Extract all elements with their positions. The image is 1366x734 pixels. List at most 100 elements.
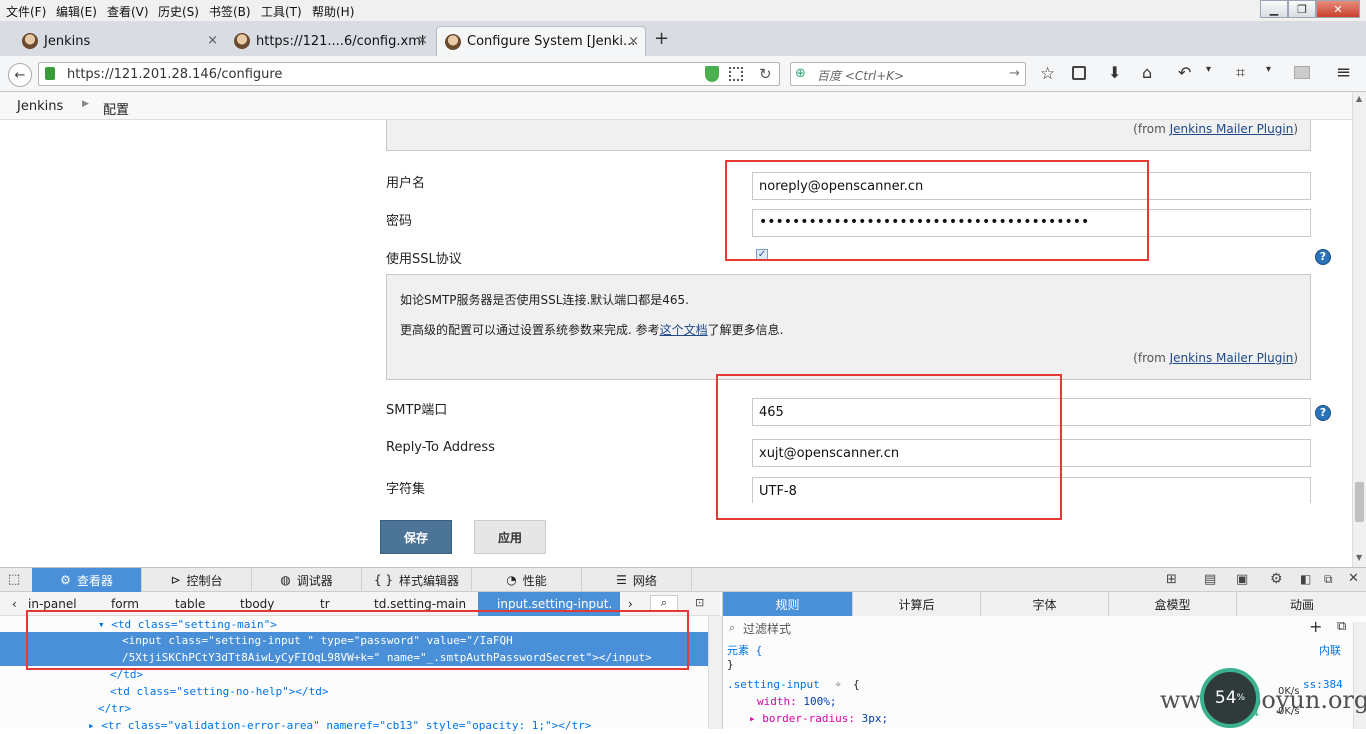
plugin-link[interactable]: Jenkins Mailer Plugin: [1170, 122, 1294, 136]
html-line[interactable]: ▸ <tr class="validation-error-area" name…: [0, 717, 708, 734]
tab-close-icon[interactable]: ×: [417, 33, 428, 48]
crumb-next-icon[interactable]: ›: [628, 597, 633, 611]
tab-network[interactable]: ☰ 网络: [582, 568, 692, 592]
inline-source[interactable]: 内联: [1319, 642, 1341, 658]
charset-label: 字符集: [386, 482, 426, 497]
new-tab-button[interactable]: +: [654, 28, 669, 49]
tab-config-xml[interactable]: https://121....6/config.xml ×: [226, 26, 434, 56]
html-line[interactable]: <td class="setting-no-help"></td>: [0, 683, 708, 700]
responsive-icon[interactable]: ⊞: [1166, 572, 1177, 587]
search-input[interactable]: 百度 <Ctrl+K>: [817, 67, 904, 84]
ssl-help-line1: 如论SMTP服务器是否使用SSL连接.默认端口都是465.: [400, 293, 689, 307]
selector-highlight-icon[interactable]: ⌖: [835, 678, 841, 692]
menu-hamburger-icon[interactable]: ≡: [1336, 62, 1351, 83]
page-scrollbar[interactable]: ▲ ▼: [1352, 92, 1366, 567]
html-line[interactable]: </tr>: [0, 700, 708, 717]
prop-name[interactable]: width: 100%;: [757, 695, 837, 708]
menu-tools[interactable]: 工具(T): [261, 3, 302, 20]
plugin-link[interactable]: Jenkins Mailer Plugin: [1170, 351, 1294, 365]
filter-styles-input[interactable]: 过滤样式: [743, 620, 791, 637]
doc-link[interactable]: 这个文档: [660, 323, 708, 337]
tab-performance[interactable]: ◔ 性能: [472, 568, 582, 592]
minimize-icon[interactable]: ▁: [1260, 0, 1288, 18]
tab-box-model[interactable]: 盒模型: [1109, 592, 1237, 616]
config-form: (from Jenkins Mailer Plugin) 用户名 noreply…: [0, 120, 1352, 567]
ssl-help-line2: 更高级的配置可以通过设置系统参数来完成. 参考这个文档了解更多信息.: [400, 323, 784, 337]
close-window-icon[interactable]: ✕: [1316, 0, 1360, 18]
apply-button[interactable]: 应用: [474, 520, 546, 554]
undo-icon[interactable]: ↶: [1178, 63, 1191, 82]
menu-history[interactable]: 历史(S): [158, 3, 199, 20]
tab-close-icon[interactable]: ×: [628, 34, 639, 49]
tab-debugger[interactable]: ◍ 调试器: [252, 568, 362, 592]
crumb-tr[interactable]: tr: [320, 597, 330, 611]
back-icon[interactable]: ←: [8, 63, 32, 87]
element-picker-icon[interactable]: ⬚: [8, 572, 20, 587]
prop-name[interactable]: ▸ border-radius: 3px;: [749, 712, 888, 725]
dropdown-icon[interactable]: ▾: [1206, 64, 1211, 75]
maximize-icon[interactable]: ❐: [1288, 0, 1316, 18]
screenshot-node-icon[interactable]: ▣: [1236, 572, 1248, 587]
reload-icon[interactable]: ↻: [759, 65, 772, 83]
breadcrumb-jenkins[interactable]: Jenkins: [17, 99, 63, 114]
search-bar[interactable]: ⊕ 百度 <Ctrl+K> →: [790, 62, 1026, 86]
tab-style-editor[interactable]: { } 样式编辑器: [362, 568, 472, 592]
crumb-form[interactable]: form: [111, 597, 139, 611]
dropdown-icon[interactable]: ▾: [1266, 64, 1271, 75]
split-console-icon[interactable]: ▤: [1204, 572, 1216, 587]
breadcrumb-configure[interactable]: 配置: [103, 99, 129, 118]
qrcode-icon[interactable]: [729, 67, 743, 81]
crumb-table[interactable]: table: [175, 597, 205, 611]
scroll-thumb[interactable]: [1355, 482, 1364, 522]
search-go-icon[interactable]: →: [1009, 66, 1020, 81]
crumb-td[interactable]: td.setting-main: [374, 597, 466, 611]
menu-bar: 文件(F) 编辑(E) 查看(V) 历史(S) 书签(B) 工具(T) 帮助(H…: [0, 0, 1366, 22]
home-icon[interactable]: ⌂: [1142, 63, 1152, 82]
gear-icon: ⚙: [60, 573, 71, 587]
smtp-port-help-icon[interactable]: ?: [1315, 405, 1331, 421]
braces-icon: { }: [373, 573, 394, 587]
tab-console[interactable]: ⊳ 控制台: [142, 568, 252, 592]
crumb-in-panel[interactable]: in-panel: [28, 597, 77, 611]
rule-selector: .setting-input: [727, 678, 820, 691]
tab-inspector[interactable]: ⚙ 查看器: [32, 568, 142, 592]
scroll-up-icon[interactable]: ▲: [1356, 94, 1362, 103]
url-bar[interactable]: https://121.201.28.146/configure ↻: [38, 62, 780, 86]
add-rule-icon[interactable]: +: [1309, 617, 1322, 636]
menu-help[interactable]: 帮助(H): [312, 3, 354, 20]
tab-close-icon[interactable]: ×: [207, 33, 218, 48]
tab-computed[interactable]: 计算后: [853, 592, 981, 616]
tab-animations[interactable]: 动画: [1237, 592, 1366, 616]
download-icon[interactable]: ⬇: [1108, 63, 1121, 82]
tab-configure-system[interactable]: Configure System [Jenki... ×: [436, 26, 646, 56]
console-icon: ⊳: [170, 573, 181, 587]
menu-view[interactable]: 查看(V): [107, 3, 149, 20]
menu-edit[interactable]: 编辑(E): [56, 3, 97, 20]
pseudo-class-icon[interactable]: ⧉: [1337, 619, 1346, 634]
screenshot-icon[interactable]: [1294, 66, 1310, 79]
crop-icon[interactable]: ⌗: [1236, 63, 1245, 83]
crumb-tbody[interactable]: tbody: [240, 597, 274, 611]
speed-meter-widget[interactable]: 54%: [1200, 668, 1260, 728]
tab-jenkins[interactable]: Jenkins ×: [14, 26, 224, 56]
html-scrollbar[interactable]: [708, 616, 722, 729]
search-engine-icon[interactable]: ⊕: [795, 66, 806, 81]
undock-icon[interactable]: ⧉: [1324, 572, 1333, 587]
menu-file[interactable]: 文件(F): [6, 3, 46, 20]
menu-bookmarks[interactable]: 书签(B): [209, 3, 251, 20]
scroll-down-icon[interactable]: ▼: [1356, 553, 1362, 562]
tab-fonts[interactable]: 字体: [981, 592, 1109, 616]
tab-rules[interactable]: 规则: [723, 592, 853, 616]
close-devtools-icon[interactable]: ✕: [1348, 571, 1359, 586]
upload-rate: 0K/s: [1278, 686, 1300, 697]
reading-list-icon[interactable]: [1072, 66, 1086, 80]
network-icon: ☰: [616, 573, 627, 587]
save-button[interactable]: 保存: [380, 520, 452, 554]
dock-side-icon[interactable]: ◧: [1300, 572, 1311, 586]
settings-gear-icon[interactable]: ⚙: [1270, 571, 1283, 587]
ssl-help-icon[interactable]: ?: [1315, 249, 1331, 265]
add-node-icon[interactable]: ⊡: [695, 596, 704, 609]
bookmark-star-icon[interactable]: ☆: [1040, 64, 1055, 84]
crumb-prev-icon[interactable]: ‹: [12, 597, 17, 611]
shield-icon[interactable]: [705, 66, 719, 82]
